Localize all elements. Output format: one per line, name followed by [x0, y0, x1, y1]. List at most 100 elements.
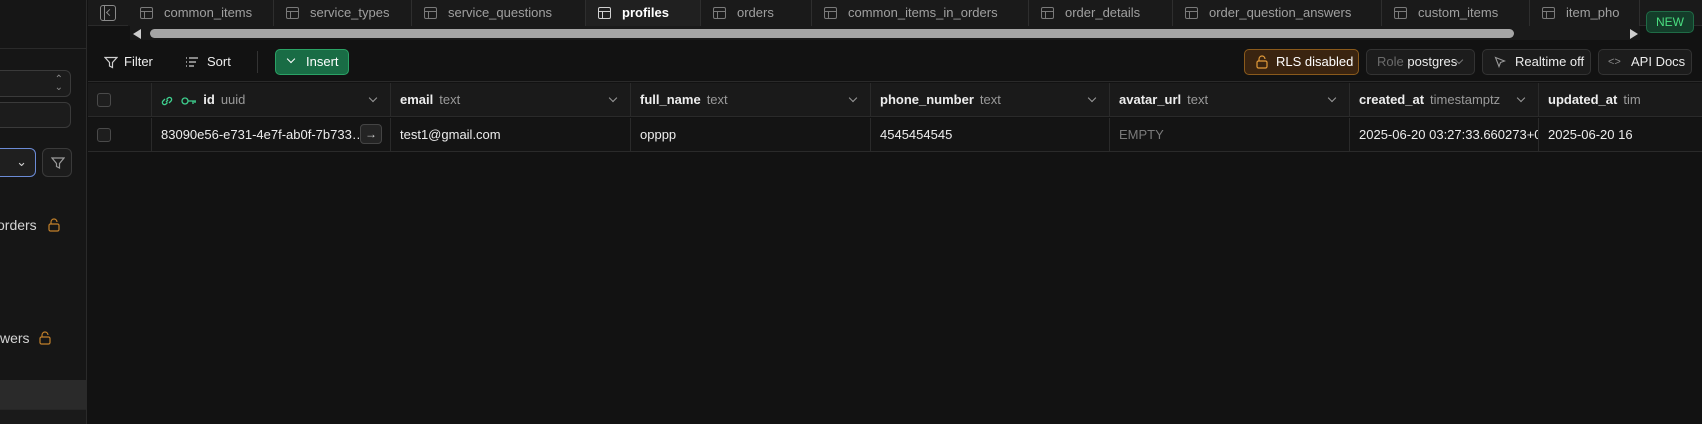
- column-name: email: [400, 92, 434, 107]
- filter-label: Filter: [124, 54, 153, 69]
- select-all-checkbox[interactable]: [97, 93, 111, 107]
- column-header-id[interactable]: id uuid: [152, 83, 391, 117]
- collapse-sidebar-icon[interactable]: [100, 5, 116, 21]
- chevron-down-icon: [286, 54, 296, 64]
- table-toolbar: Filter Sort Insert RLS disabled Role pos…: [88, 42, 1702, 82]
- table-icon: [1542, 7, 1555, 19]
- table-icon: [824, 7, 837, 19]
- table-search-input[interactable]: [0, 102, 71, 128]
- tab-label: service_types: [310, 5, 390, 20]
- sort-tables-button[interactable]: ⌄: [0, 148, 36, 177]
- toolbar-divider: [257, 51, 258, 73]
- data-grid: id uuid email text full_name text phone_num…: [88, 83, 1702, 424]
- lock-open-icon: [1256, 55, 1268, 69]
- column-type: text: [706, 92, 728, 107]
- sidebar-footer: [0, 409, 86, 424]
- tab-label: profiles: [622, 5, 669, 20]
- chevron-down-icon[interactable]: [608, 93, 618, 103]
- tab-custom-items[interactable]: custom_items: [1382, 0, 1530, 26]
- tab-service-types[interactable]: service_types: [274, 0, 412, 26]
- new-tab-button[interactable]: NEW: [1646, 11, 1694, 33]
- tab-common-items-in-orders[interactable]: common_items_in_orders: [812, 0, 1029, 26]
- column-name: created_at: [1359, 92, 1425, 107]
- insert-button[interactable]: Insert: [275, 49, 349, 75]
- chevron-down-icon[interactable]: [368, 93, 378, 103]
- arrow-right-icon[interactable]: →: [360, 124, 382, 144]
- tab-service-questions[interactable]: service_questions: [412, 0, 586, 26]
- code-icon: <>: [1608, 56, 1621, 68]
- cell-value: test1@gmail.com: [400, 127, 501, 142]
- cell-email[interactable]: test1@gmail.com: [391, 118, 631, 152]
- filter-button[interactable]: Filter: [104, 49, 153, 75]
- row-checkbox[interactable]: [97, 128, 111, 142]
- sidebar-item-orders[interactable]: orders: [0, 217, 60, 233]
- scroll-left-icon[interactable]: [133, 29, 141, 39]
- cell-value: 83090e56-e731-4e7f-ab0f-7b733…: [161, 127, 365, 142]
- cell-updated-at[interactable]: 2025-06-20 16: [1539, 118, 1702, 152]
- table-tabs: common_items service_types service_questio…: [128, 0, 1640, 26]
- column-header-updated-at[interactable]: updated_at tim: [1539, 83, 1702, 117]
- cell-value: EMPTY: [1119, 127, 1164, 142]
- table-icon: [598, 7, 611, 19]
- lock-open-icon: [48, 218, 60, 232]
- column-header-email[interactable]: email text: [391, 83, 631, 117]
- column-name: updated_at: [1548, 92, 1618, 107]
- scrollbar-thumb[interactable]: [150, 29, 1514, 38]
- cell-value: opppp: [640, 127, 677, 142]
- column-type: uuid: [220, 92, 246, 107]
- chevron-down-icon[interactable]: [1516, 93, 1526, 103]
- sidebar-item-profiles-active[interactable]: [0, 380, 86, 409]
- column-name: avatar_url: [1119, 92, 1182, 107]
- tabs-scrollbar[interactable]: [130, 26, 1640, 40]
- schema-select[interactable]: ⌃ ⌄: [0, 70, 71, 97]
- chevron-down-icon[interactable]: [1087, 93, 1097, 103]
- chevron-down-icon[interactable]: [1327, 93, 1337, 103]
- table-icon: [1185, 7, 1198, 19]
- sidebar: ⌃ ⌄ ⌄ orders wers: [0, 0, 87, 424]
- column-type: tim: [1623, 92, 1641, 107]
- chevron-down-icon[interactable]: [848, 93, 858, 103]
- tab-label: service_questions: [448, 5, 553, 20]
- tab-order-question-answers[interactable]: order_question_answers: [1173, 0, 1382, 26]
- filter-tables-button[interactable]: [42, 148, 72, 177]
- cell-value: 2025-06-20 03:27:33.660273+0: [1359, 127, 1539, 142]
- sort-lines-icon: [186, 57, 198, 67]
- row-select-cell: [88, 118, 152, 152]
- table-icon: [1041, 7, 1054, 19]
- select-all-cell: [88, 83, 152, 117]
- column-header-full-name[interactable]: full_name text: [631, 83, 871, 117]
- column-header-phone-number[interactable]: phone_number text: [871, 83, 1110, 117]
- sort-label: Sort: [207, 54, 231, 69]
- role-value: postgres: [1407, 54, 1458, 69]
- table-icon: [713, 7, 726, 19]
- realtime-toggle-button[interactable]: Realtime off: [1482, 49, 1591, 75]
- column-header-created-at[interactable]: created_at timestamptz: [1350, 83, 1539, 117]
- tab-common-items[interactable]: common_items: [128, 0, 274, 26]
- scroll-right-icon[interactable]: [1630, 29, 1638, 39]
- tab-order-details[interactable]: order_details: [1029, 0, 1173, 26]
- sidebar-item-label: orders: [0, 217, 37, 233]
- sort-button[interactable]: Sort: [185, 49, 231, 75]
- api-docs-label: API Docs: [1631, 54, 1686, 69]
- tab-label: orders: [737, 5, 774, 20]
- cell-avatar-url[interactable]: EMPTY: [1110, 118, 1350, 152]
- filter-icon: [104, 56, 118, 69]
- cell-phone-number[interactable]: 4545454545: [871, 118, 1110, 152]
- column-name: full_name: [640, 92, 701, 107]
- cell-full-name[interactable]: opppp: [631, 118, 871, 152]
- rls-disabled-button[interactable]: RLS disabled: [1244, 49, 1359, 75]
- role-select[interactable]: Role postgres: [1366, 49, 1475, 75]
- cursor-icon: [1494, 56, 1506, 68]
- api-docs-button[interactable]: <> API Docs: [1598, 49, 1692, 75]
- cell-created-at[interactable]: 2025-06-20 03:27:33.660273+0: [1350, 118, 1539, 152]
- column-name: id: [203, 92, 215, 107]
- table-row[interactable]: 83090e56-e731-4e7f-ab0f-7b733… → test1@g…: [88, 118, 1702, 152]
- sidebar-item-order-question-answers[interactable]: wers: [0, 330, 51, 346]
- cell-id[interactable]: 83090e56-e731-4e7f-ab0f-7b733… →: [152, 118, 391, 152]
- tab-orders[interactable]: orders: [701, 0, 812, 26]
- tab-profiles[interactable]: profiles: [586, 0, 701, 26]
- tab-item-pho[interactable]: item_pho: [1530, 0, 1640, 26]
- realtime-label: Realtime off: [1515, 54, 1585, 69]
- tab-bar: common_items service_types service_questio…: [88, 0, 1702, 26]
- column-header-avatar-url[interactable]: avatar_url text: [1110, 83, 1350, 117]
